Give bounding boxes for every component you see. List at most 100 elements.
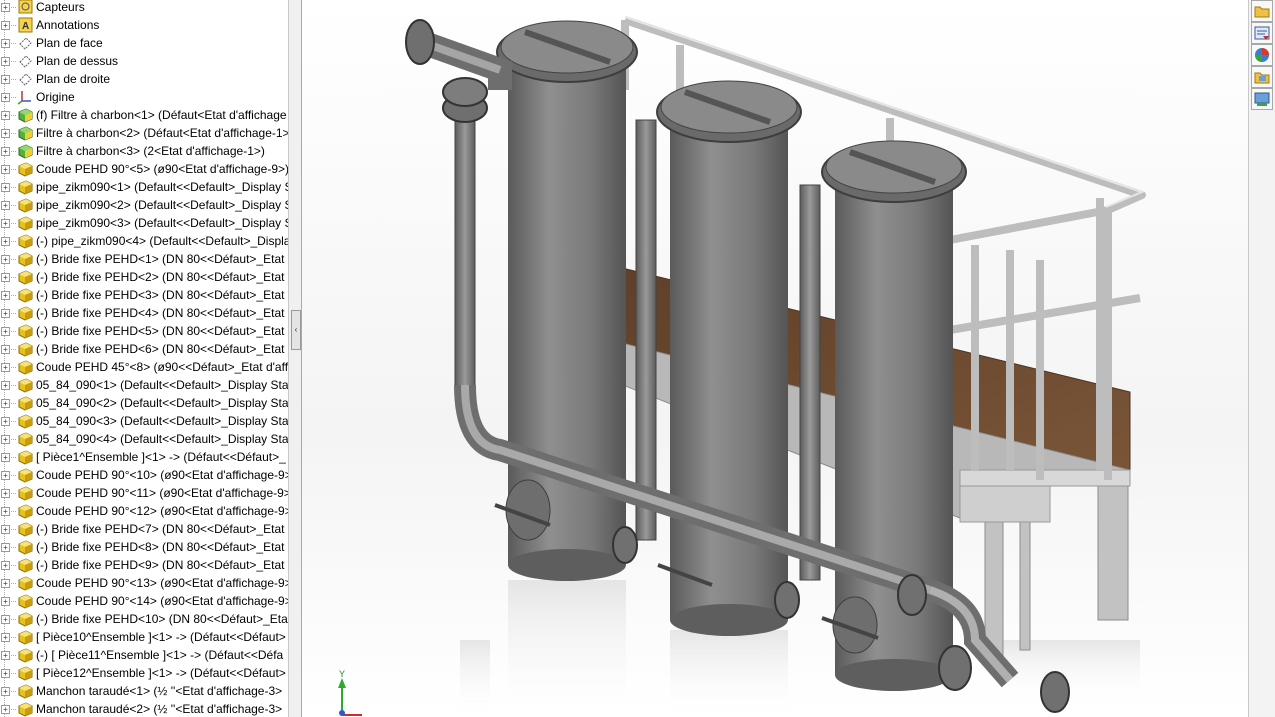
- tree-item[interactable]: + Coude PEHD 90°<13> (ø90<Etat d'affichag…: [0, 574, 288, 592]
- tree-item[interactable]: + Capteurs: [0, 0, 288, 16]
- custom-properties-button[interactable]: [1251, 88, 1273, 110]
- tree-item[interactable]: + Filtre à charbon<3> (2<Etat d'affichage…: [0, 142, 288, 160]
- task-pane: [1248, 0, 1275, 717]
- design-library-button[interactable]: [1251, 22, 1273, 44]
- tree-connector: [9, 25, 16, 26]
- tree-item[interactable]: +[ Pièce10^Ensemble ]<1> -> (Défaut<<Déf…: [0, 628, 288, 646]
- tree-item[interactable]: + (f) Filtre à charbon<1> (Défaut<Etat d'…: [0, 106, 288, 124]
- tree-item[interactable]: + Plan de droite: [0, 70, 288, 88]
- tree-item-label: Coude PEHD 90°<14> (ø90<Etat d'affichage…: [36, 594, 288, 608]
- tree-item-label: Coude PEHD 90°<11> (ø90<Etat d'affichage…: [36, 486, 288, 500]
- resources-button[interactable]: [1251, 0, 1273, 22]
- panel-splitter[interactable]: ‹: [288, 0, 302, 717]
- tree-item[interactable]: + (-) Bride fixe PEHD<8> (DN 80<<Défaut>_…: [0, 538, 288, 556]
- tree-connector: [9, 115, 16, 116]
- part-icon: [17, 215, 33, 231]
- tree-item[interactable]: +05_84_090<2> (Default<<Default>_Display…: [0, 394, 288, 412]
- tree-item[interactable]: + Coude PEHD 90°<14> (ø90<Etat d'affichag…: [0, 592, 288, 610]
- tree-item-label: (f) Filtre à charbon<1> (Défaut<Etat d'a…: [36, 108, 287, 122]
- tree-connector: [9, 295, 16, 296]
- tree-item[interactable]: + (-) Bride fixe PEHD<3> (DN 80<<Défaut>_…: [0, 286, 288, 304]
- plane-icon: [17, 71, 33, 87]
- part-icon: [17, 683, 33, 699]
- tree-connector: [9, 151, 16, 152]
- tree-item-label: 05_84_090<3> (Default<<Default>_Display …: [36, 414, 288, 428]
- tree-item-label: Manchon taraudé<2> (½ ''<Etat d'affichag…: [36, 702, 283, 716]
- part-icon: [17, 647, 33, 663]
- tree-item[interactable]: +[ Pièce12^Ensemble ]<1> -> (Défaut<<Déf…: [0, 664, 288, 682]
- part-icon: [17, 323, 33, 339]
- tree-item[interactable]: + (-) Bride fixe PEHD<10> (DN 80<<Défaut>…: [0, 610, 288, 628]
- tree-item[interactable]: + Origine: [0, 88, 288, 106]
- tree-item[interactable]: + Coude PEHD 90°<11> (ø90<Etat d'affichag…: [0, 484, 288, 502]
- graphics-area[interactable]: Y: [302, 0, 1248, 717]
- tree-item[interactable]: + pipe_zikm090<2> (Default<<Default>_Disp…: [0, 196, 288, 214]
- tree-item[interactable]: + Coude PEHD 90°<5> (ø90<Etat d'affichage…: [0, 160, 288, 178]
- tree-item[interactable]: + Coude PEHD 90°<12> (ø90<Etat d'affichag…: [0, 502, 288, 520]
- tree-connector: [9, 547, 16, 548]
- tree-item[interactable]: + pipe_zikm090<3> (Default<<Default>_Disp…: [0, 214, 288, 232]
- tree-item[interactable]: + Filtre à charbon<2> (Défaut<Etat d'affi…: [0, 124, 288, 142]
- tree-item[interactable]: + Coude PEHD 45°<8> (ø90<<Défaut>_Etat d'…: [0, 358, 288, 376]
- tree-item-label: Coude PEHD 90°<12> (ø90<Etat d'affichage…: [36, 504, 288, 518]
- part-icon: [17, 251, 33, 267]
- part-icon: [17, 341, 33, 357]
- tree-item[interactable]: + Manchon taraudé<2> (½ ''<Etat d'afficha…: [0, 700, 288, 717]
- part-icon: [17, 287, 33, 303]
- tree-item[interactable]: + A Annotations: [0, 16, 288, 34]
- tree-item-label: Plan de face: [36, 36, 103, 50]
- tree-connector: [9, 277, 16, 278]
- tree-connector: [9, 583, 16, 584]
- tree-item[interactable]: + Plan de dessus: [0, 52, 288, 70]
- tree-connector: [9, 637, 16, 638]
- tree-item[interactable]: + Manchon taraudé<1> (½ ''<Etat d'afficha…: [0, 682, 288, 700]
- part-icon: [17, 539, 33, 555]
- tree-item[interactable]: + (-) Bride fixe PEHD<5> (DN 80<<Défaut>_…: [0, 322, 288, 340]
- part-icon: [17, 485, 33, 501]
- tree-item-label: pipe_zikm090<2> (Default<<Default>_Displ…: [36, 198, 288, 212]
- tree-connector: [9, 529, 16, 530]
- part-icon: [17, 575, 33, 591]
- appearances-icon: [1255, 48, 1269, 62]
- tree-connector: [9, 7, 16, 8]
- part-icon: [17, 413, 33, 429]
- tree-connector: [9, 331, 16, 332]
- tree-item[interactable]: + pipe_zikm090<1> (Default<<Default>_Disp…: [0, 178, 288, 196]
- tree-item[interactable]: + (-) Bride fixe PEHD<7> (DN 80<<Défaut>_…: [0, 520, 288, 538]
- annotation-icon: A: [17, 17, 33, 33]
- tree-item-label: [ Pièce10^Ensemble ]<1> -> (Défaut<<Défa…: [36, 630, 286, 644]
- tree-item[interactable]: + (-) Bride fixe PEHD<2> (DN 80<<Défaut>_…: [0, 268, 288, 286]
- tree-item[interactable]: + (-) Bride fixe PEHD<9> (DN 80<<Défaut>_…: [0, 556, 288, 574]
- filter-tank-3: [821, 140, 967, 691]
- file-explorer-button[interactable]: [1251, 66, 1273, 88]
- tree-connector: [9, 493, 16, 494]
- tree-connector: [9, 79, 16, 80]
- tree-connector: [9, 691, 16, 692]
- tree-item-label: Filtre à charbon<2> (Défaut<Etat d'affic…: [36, 126, 288, 140]
- part-icon: [17, 197, 33, 213]
- tree-connector: [9, 709, 16, 710]
- part-icon: [17, 161, 33, 177]
- tree-item[interactable]: + (-) [ Pièce11^Ensemble ]<1> -> (Défaut<…: [0, 646, 288, 664]
- tree-connector: [9, 385, 16, 386]
- appearances-button[interactable]: [1251, 44, 1273, 66]
- tree-item[interactable]: + (-) Bride fixe PEHD<1> (DN 80<<Défaut>_…: [0, 250, 288, 268]
- tree-item[interactable]: + (-) Bride fixe PEHD<4> (DN 80<<Défaut>_…: [0, 304, 288, 322]
- collapse-panel-handle[interactable]: ‹: [291, 310, 301, 350]
- tree-item[interactable]: +05_84_090<1> (Default<<Default>_Display…: [0, 376, 288, 394]
- tree-item-label: Coude PEHD 90°<5> (ø90<Etat d'affichage-…: [36, 162, 288, 176]
- tree-item-label: (-) Bride fixe PEHD<10> (DN 80<<Défaut>_…: [36, 612, 288, 626]
- tree-connector: [9, 565, 16, 566]
- part-icon: [17, 449, 33, 465]
- tree-item-label: Coude PEHD 90°<10> (ø90<Etat d'affichage…: [36, 468, 288, 482]
- tree-item[interactable]: +05_84_090<3> (Default<<Default>_Display…: [0, 412, 288, 430]
- tree-item[interactable]: + (-) pipe_zikm090<4> (Default<<Default>_…: [0, 232, 288, 250]
- part-icon: [17, 269, 33, 285]
- tree-item[interactable]: +05_84_090<4> (Default<<Default>_Display…: [0, 430, 288, 448]
- tree-item[interactable]: + Coude PEHD 90°<10> (ø90<Etat d'affichag…: [0, 466, 288, 484]
- tree-item[interactable]: + (-) Bride fixe PEHD<6> (DN 80<<Défaut>_…: [0, 340, 288, 358]
- tree-item[interactable]: +[ Pièce1^Ensemble ]<1> -> (Défaut<<Défa…: [0, 448, 288, 466]
- tree-connector: [9, 367, 16, 368]
- tree-item[interactable]: + Plan de face: [0, 34, 288, 52]
- tree-item-label: (-) Bride fixe PEHD<7> (DN 80<<Défaut>_E…: [36, 522, 288, 536]
